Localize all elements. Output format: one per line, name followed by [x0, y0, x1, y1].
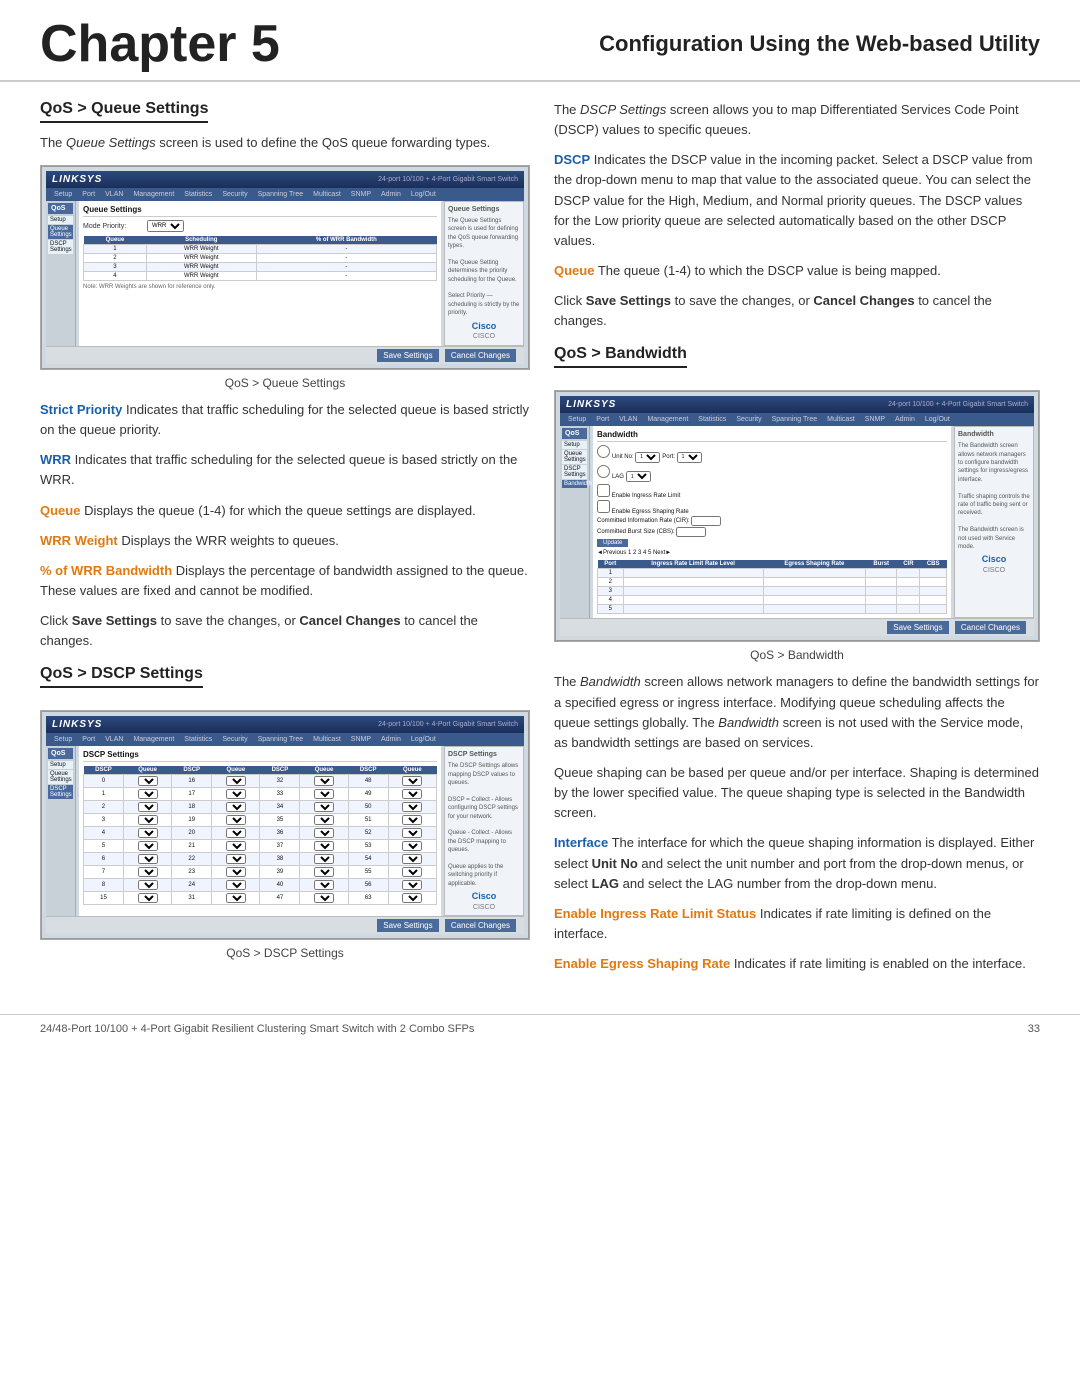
para-bw-2: Queue shaping can be based per queue and…	[554, 763, 1040, 823]
sidebar-qos: QoS	[48, 203, 73, 214]
para-queue-right: Queue The queue (1-4) to which the DSCP …	[554, 261, 1040, 281]
page-header: Chapter 5 Configuration Using the Web-ba…	[0, 0, 1080, 82]
bandwidth-screenshot: LINKSYS 24-port 10/100 + 4-Port Gigabit …	[554, 390, 1040, 642]
linksys-logo-dscp: LINKSYS	[52, 719, 102, 730]
cisco-sub-bw: CISCO	[958, 566, 1030, 576]
dscp-footer: Save Settings Cancel Changes	[46, 916, 524, 934]
bw-sidebar-qos: QoS	[562, 428, 587, 439]
queue-settings-heading: QoS > Queue Settings	[40, 100, 208, 123]
para-strict-priority: Strict Priority Indicates that traffic s…	[40, 400, 530, 440]
para-ingress: Enable Ingress Rate Limit Status Indicat…	[554, 904, 1040, 944]
right-column: The DSCP Settings screen allows you to m…	[554, 100, 1040, 984]
dscp-sidebar-qos: QoS	[48, 748, 73, 759]
update-btn[interactable]: Update	[597, 539, 628, 547]
queue-caption: QoS > Queue Settings	[40, 376, 530, 390]
dscp-save-btn[interactable]: Save Settings	[377, 919, 438, 932]
linksys-nav: Setup Port VLAN Management Statistics Se…	[46, 188, 524, 201]
chapter-subtitle: Configuration Using the Web-based Utilit…	[599, 31, 1040, 57]
section-queue-settings: QoS > Queue Settings The Queue Settings …	[40, 100, 530, 651]
para-dscp-kw: DSCP Indicates the DSCP value in the inc…	[554, 150, 1040, 251]
para-wrr-bw: % of WRR Bandwidth Displays the percenta…	[40, 561, 530, 601]
queue-footer: Save Settings Cancel Changes	[46, 346, 524, 364]
para-bw-1: The Bandwidth screen allows network mana…	[554, 672, 1040, 753]
section-bandwidth: QoS > Bandwidth LINKSYS 24-port 10/100 +…	[554, 345, 1040, 974]
bw-footer: Save Settings Cancel Changes	[560, 618, 1034, 636]
chapter-title: Chapter 5	[40, 18, 280, 70]
footer-left: 24/48-Port 10/100 + 4-Port Gigabit Resil…	[40, 1023, 474, 1035]
bw-caption: QoS > Bandwidth	[554, 648, 1040, 662]
queue-help-panel: Queue Settings The Queue Settings screen…	[444, 201, 524, 346]
para-queue-save: Click Save Settings to save the changes,…	[40, 611, 530, 651]
cisco-sub-dscp: CISCO	[448, 903, 520, 913]
bw-table: PortIngress Rate Limit Rate LevelEgress …	[597, 560, 947, 614]
dscp-nav: Setup Port VLAN Management Statistics Se…	[46, 733, 524, 746]
linksys-logo: LINKSYS	[52, 174, 102, 185]
save-settings-btn[interactable]: Save Settings	[377, 349, 438, 362]
cisco-logo-bw: Cisco	[958, 553, 1030, 566]
cisco-logo-dscp: Cisco	[448, 890, 520, 903]
bandwidth-heading: QoS > Bandwidth	[554, 345, 687, 368]
dscp-settings-screenshot: LINKSYS 24-port 10/100 + 4-Port Gigabit …	[40, 710, 530, 940]
cancel-changes-btn[interactable]: Cancel Changes	[445, 349, 516, 362]
dscp-caption: QoS > DSCP Settings	[40, 946, 530, 960]
page-footer: 24/48-Port 10/100 + 4-Port Gigabit Resil…	[0, 1014, 1080, 1043]
para-interface: Interface The interface for which the qu…	[554, 833, 1040, 893]
bw-nav: Setup Port VLAN Management Statistics Se…	[560, 413, 1034, 426]
queue-settings-screenshot: LINKSYS 24-port 10/100 + 4-Port Gigabit …	[40, 165, 530, 370]
dscp-help-panel: DSCP Settings The DSCP Settings allows m…	[444, 746, 524, 916]
para-save-dscp: Click Save Settings to save the changes,…	[554, 291, 1040, 331]
section-dscp-settings: QoS > DSCP Settings LINKSYS 24-port 10/1…	[40, 665, 530, 960]
bw-save-btn[interactable]: Save Settings	[887, 621, 948, 634]
para-queue: Queue Displays the queue (1-4) for which…	[40, 501, 530, 521]
bw-cancel-btn[interactable]: Cancel Changes	[955, 621, 1026, 634]
left-column: QoS > Queue Settings The Queue Settings …	[40, 100, 530, 984]
main-content: QoS > Queue Settings The Queue Settings …	[0, 100, 1080, 984]
bw-help-panel: Bandwidth The Bandwidth screen allows ne…	[954, 426, 1034, 618]
dscp-cancel-btn[interactable]: Cancel Changes	[445, 919, 516, 932]
dscp-settings-heading: QoS > DSCP Settings	[40, 665, 203, 688]
linksys-logo-bw: LINKSYS	[566, 399, 616, 410]
queue-settings-intro: The Queue Settings screen is used to def…	[40, 133, 530, 153]
para-egress: Enable Egress Shaping Rate Indicates if …	[554, 954, 1040, 974]
cisco-sub: CISCO	[448, 332, 520, 342]
dscp-intro-right: The DSCP Settings screen allows you to m…	[554, 100, 1040, 140]
queue-table: QueueScheduling% of WRR Bandwidth 1WRR W…	[83, 236, 437, 281]
footer-right: 33	[1028, 1023, 1040, 1035]
para-wrr: WRR Indicates that traffic scheduling fo…	[40, 450, 530, 490]
dscp-table: DSCPQueueDSCPQueueDSCPQueueDSCPQueue 011…	[83, 766, 437, 905]
cisco-logo: Cisco	[448, 320, 520, 333]
para-wrr-weight: WRR Weight Displays the WRR weights to q…	[40, 531, 530, 551]
